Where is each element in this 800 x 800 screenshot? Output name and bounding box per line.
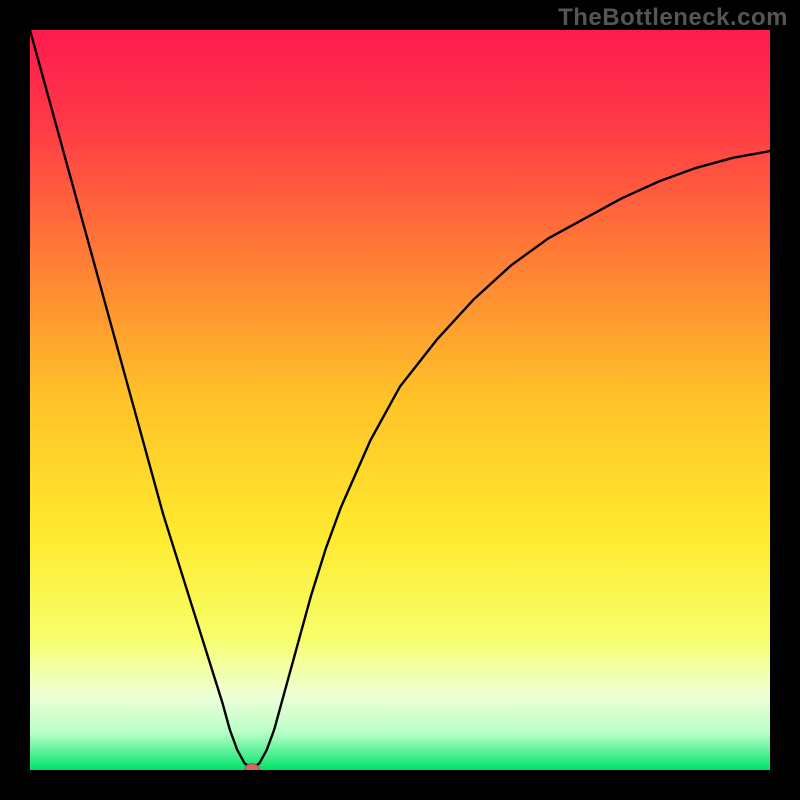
plot-frame — [30, 30, 770, 770]
watermark-text: TheBottleneck.com — [558, 4, 788, 32]
plot-svg — [30, 30, 770, 770]
gradient-background — [30, 30, 770, 770]
optimum-marker — [245, 764, 259, 770]
chart-container: TheBottleneck.com — [0, 0, 800, 800]
